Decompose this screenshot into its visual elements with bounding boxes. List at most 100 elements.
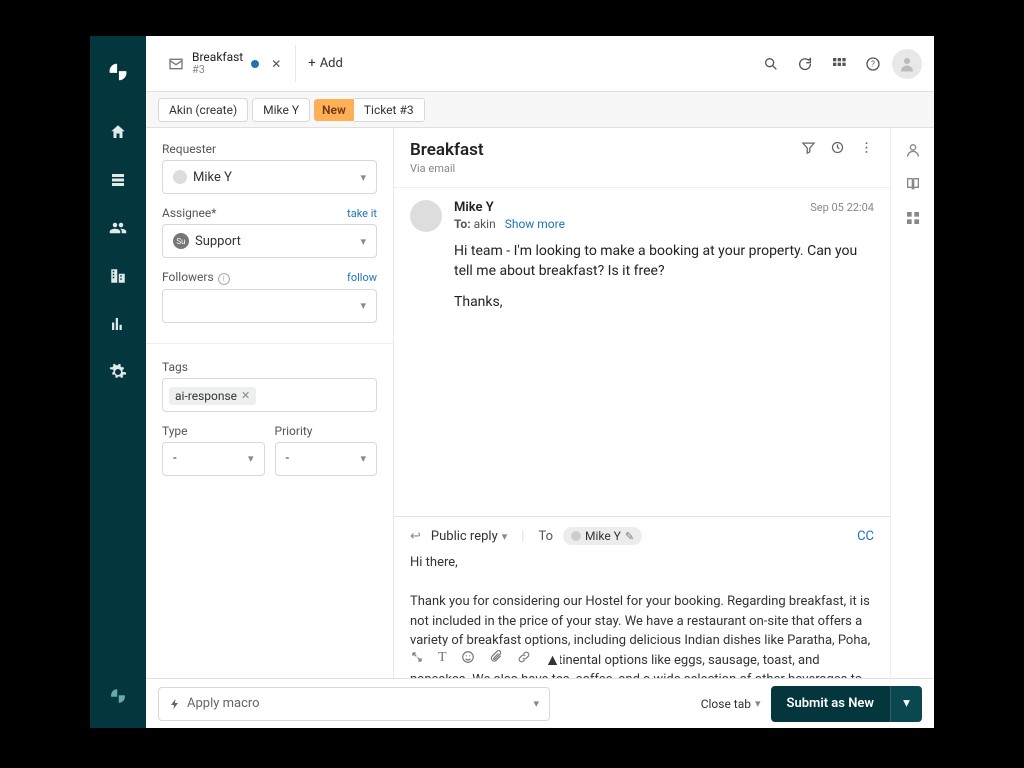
- message-to-label: To:: [454, 217, 471, 231]
- tag-remove-icon[interactable]: ✕: [241, 389, 250, 402]
- plus-icon: +: [308, 56, 315, 71]
- submit-caret-button[interactable]: ▾: [890, 686, 922, 722]
- type-value: -: [173, 451, 177, 466]
- reply-type-label: Public reply: [431, 529, 498, 544]
- assignee-value: Support: [195, 234, 241, 249]
- priority-select[interactable]: - ▾: [275, 442, 378, 476]
- message-body-p1: Hi team - I'm looking to make a booking …: [454, 241, 874, 282]
- tab-close-icon[interactable]: ✕: [267, 55, 285, 73]
- apps-icon[interactable]: [905, 210, 921, 226]
- reply-recipient-name: Mike Y: [585, 529, 621, 543]
- ticket-title: Breakfast: [410, 140, 484, 160]
- admin-icon[interactable]: [102, 356, 134, 388]
- take-it-link[interactable]: take it: [347, 207, 377, 220]
- collapse-icon[interactable]: ▲: [545, 650, 561, 670]
- user-context-icon[interactable]: [905, 142, 921, 158]
- tag-chip[interactable]: ai-response ✕: [169, 387, 256, 405]
- sidebar-nav: [90, 36, 146, 728]
- type-label: Type: [162, 424, 265, 438]
- ticket-tab[interactable]: Breakfast #3 ✕: [158, 45, 296, 82]
- text-format-icon[interactable]: T: [438, 650, 447, 670]
- chevron-down-icon: ▾: [533, 697, 539, 710]
- tab-sub: #3: [192, 64, 243, 76]
- add-tab-button[interactable]: + Add: [296, 56, 355, 71]
- knowledge-icon[interactable]: [905, 176, 921, 192]
- pencil-icon[interactable]: ✎: [625, 530, 634, 543]
- help-icon[interactable]: ?: [858, 49, 888, 79]
- breadcrumb-user[interactable]: Mike Y: [252, 98, 310, 122]
- link-icon[interactable]: [517, 650, 531, 670]
- follow-link[interactable]: follow: [347, 271, 377, 284]
- breadcrumb-bar: Akin (create) Mike Y New Ticket #3: [146, 92, 934, 128]
- user-dot-icon: [571, 531, 581, 541]
- conversation-panel: Breakfast Via email Mike Y: [394, 128, 890, 678]
- close-tab-button[interactable]: Close tab ▾: [701, 697, 761, 711]
- mail-icon: [168, 56, 184, 72]
- type-select[interactable]: - ▾: [162, 442, 265, 476]
- breadcrumb-ticket[interactable]: Ticket #3: [354, 98, 425, 122]
- reply-to-label: To: [538, 529, 553, 544]
- user-dot-icon: [173, 170, 187, 184]
- attachment-icon[interactable]: [489, 650, 503, 670]
- followers-select[interactable]: ▾: [162, 289, 377, 323]
- cc-button[interactable]: CC: [857, 529, 874, 544]
- chevron-down-icon: ▾: [360, 235, 366, 248]
- lightning-icon: [169, 698, 181, 710]
- svg-text:?: ?: [871, 59, 875, 68]
- context-rail: [890, 128, 934, 678]
- assignee-label: Assignee*: [162, 206, 216, 220]
- chevron-down-icon: ▾: [755, 697, 761, 710]
- tags-label: Tags: [162, 360, 377, 374]
- expand-icon[interactable]: [410, 650, 424, 670]
- customers-icon[interactable]: [102, 212, 134, 244]
- tab-unsaved-dot: [251, 60, 259, 68]
- breadcrumb-creator[interactable]: Akin (create): [158, 98, 248, 122]
- tag-label: ai-response: [175, 389, 237, 403]
- reply-arrow-icon: ↩: [410, 529, 421, 544]
- group-icon: Su: [173, 233, 189, 249]
- user-avatar[interactable]: [892, 49, 922, 79]
- assignee-select[interactable]: Su Support ▾: [162, 224, 377, 258]
- refresh-icon[interactable]: [790, 49, 820, 79]
- more-icon[interactable]: [859, 140, 874, 155]
- add-tab-label: Add: [320, 56, 343, 71]
- events-icon[interactable]: [830, 140, 845, 155]
- priority-label: Priority: [275, 424, 378, 438]
- ticket-fields-panel: Requester Mike Y ▾ Assignee* take it SuS…: [146, 128, 394, 678]
- message-time: Sep 05 22:04: [810, 201, 874, 214]
- message-to-value: akin: [474, 217, 496, 231]
- reply-recipient-chip[interactable]: Mike Y ✎: [563, 527, 642, 545]
- search-icon[interactable]: [756, 49, 786, 79]
- info-icon[interactable]: i: [218, 273, 230, 285]
- organizations-icon[interactable]: [102, 260, 134, 292]
- reply-type-select[interactable]: Public reply ▾: [431, 529, 507, 544]
- reporting-icon[interactable]: [102, 308, 134, 340]
- message-body-p2: Thanks,: [454, 292, 874, 312]
- message-author: Mike Y: [454, 200, 494, 215]
- filter-icon[interactable]: [801, 140, 816, 155]
- views-icon[interactable]: [102, 164, 134, 196]
- requester-select[interactable]: Mike Y ▾: [162, 160, 377, 194]
- zendesk-footer-icon[interactable]: [102, 680, 134, 712]
- apps-grid-icon[interactable]: [824, 49, 854, 79]
- show-more-link[interactable]: Show more: [505, 217, 565, 231]
- priority-value: -: [286, 451, 290, 466]
- requester-value: Mike Y: [193, 170, 232, 185]
- chevron-down-icon: ▾: [360, 299, 366, 312]
- ticket-via: Via email: [410, 162, 484, 175]
- message-avatar: [410, 200, 442, 232]
- footer-bar: Apply macro ▾ Close tab ▾ Submit as New …: [146, 678, 934, 728]
- macro-select[interactable]: Apply macro ▾: [158, 687, 550, 721]
- macro-placeholder: Apply macro: [187, 696, 260, 711]
- tags-input[interactable]: ai-response ✕: [162, 378, 377, 412]
- zendesk-logo-icon[interactable]: [102, 56, 134, 88]
- status-badge-new: New: [314, 99, 354, 121]
- chevron-down-icon: ▾: [248, 452, 254, 465]
- home-icon[interactable]: [102, 116, 134, 148]
- reply-body-p1: Hi there,: [410, 553, 874, 573]
- emoji-icon[interactable]: [461, 650, 475, 670]
- app-window: Breakfast #3 ✕ + Add ?: [90, 36, 934, 728]
- submit-button[interactable]: Submit as New: [771, 686, 890, 722]
- chevron-down-icon: ▾: [360, 171, 366, 184]
- topbar: Breakfast #3 ✕ + Add ?: [146, 36, 934, 92]
